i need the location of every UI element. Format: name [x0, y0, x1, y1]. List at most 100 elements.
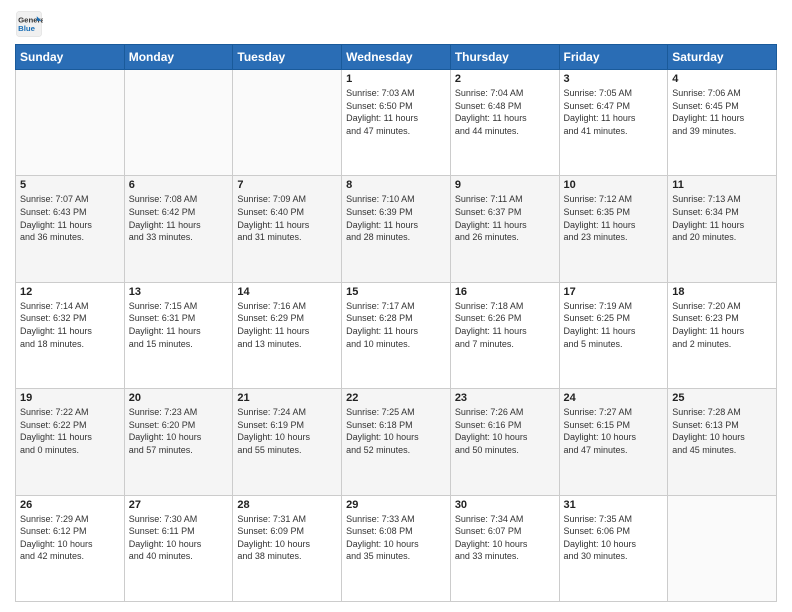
- calendar-cell: 5 Sunrise: 7:07 AM Sunset: 6:43 PM Daylig…: [16, 176, 125, 282]
- day-info: Sunrise: 7:33 AM Sunset: 6:08 PM Dayligh…: [346, 513, 446, 563]
- day-number: 28: [237, 499, 337, 511]
- day-info: Sunrise: 7:30 AM Sunset: 6:11 PM Dayligh…: [129, 513, 229, 563]
- calendar-cell: 26Sunrise: 7:29 AM Sunset: 6:12 PM Dayli…: [16, 495, 125, 601]
- day-info: Sunrise: 7:15 AM Sunset: 6:31 PM Dayligh…: [129, 300, 229, 350]
- day-number: 25: [672, 392, 772, 404]
- day-info: Sunrise: 7:18 AM Sunset: 6:26 PM Dayligh…: [455, 300, 555, 350]
- col-header-friday: Friday: [559, 45, 668, 70]
- calendar-cell: 13 Sunrise: 7:15 AM Sunset: 6:31 PM Dayli…: [124, 282, 233, 388]
- col-header-wednesday: Wednesday: [342, 45, 451, 70]
- calendar-header-row: SundayMondayTuesdayWednesdayThursdayFrid…: [16, 45, 777, 70]
- day-number: 2: [455, 73, 555, 85]
- calendar-cell: 17 Sunrise: 7:19 AM Sunset: 6:25 PM Dayli…: [559, 282, 668, 388]
- day-info: Sunrise: 7:34 AM Sunset: 6:07 PM Dayligh…: [455, 513, 555, 563]
- day-number: 30: [455, 499, 555, 511]
- day-info: Sunrise: 7:16 AM Sunset: 6:29 PM Dayligh…: [237, 300, 337, 350]
- calendar-cell: 3 Sunrise: 7:05 AM Sunset: 6:47 PM Daylig…: [559, 70, 668, 176]
- calendar-cell: 10 Sunrise: 7:12 AM Sunset: 6:35 PM Dayli…: [559, 176, 668, 282]
- calendar-cell: 22 Sunrise: 7:25 AM Sunset: 6:18 PM Dayli…: [342, 389, 451, 495]
- calendar-week-4: 19 Sunrise: 7:22 AM Sunset: 6:22 PM Dayli…: [16, 389, 777, 495]
- day-number: 29: [346, 499, 446, 511]
- calendar-cell: 20 Sunrise: 7:23 AM Sunset: 6:20 PM Dayli…: [124, 389, 233, 495]
- calendar-cell: 30 Sunrise: 7:34 AM Sunset: 6:07 PM Dayli…: [450, 495, 559, 601]
- calendar-cell: 6 Sunrise: 7:08 AM Sunset: 6:42 PM Daylig…: [124, 176, 233, 282]
- day-number: 15: [346, 286, 446, 298]
- calendar-cell: 16Sunrise: 7:18 AM Sunset: 6:26 PM Dayli…: [450, 282, 559, 388]
- day-info: Sunrise: 7:03 AM Sunset: 6:50 PM Dayligh…: [346, 87, 446, 137]
- col-header-saturday: Saturday: [668, 45, 777, 70]
- day-number: 31: [564, 499, 664, 511]
- day-number: 7: [237, 179, 337, 191]
- calendar-cell: 7 Sunrise: 7:09 AM Sunset: 6:40 PM Daylig…: [233, 176, 342, 282]
- day-info: Sunrise: 7:22 AM Sunset: 6:22 PM Dayligh…: [20, 406, 120, 456]
- logo: General Blue: [15, 10, 43, 38]
- day-info: Sunrise: 7:14 AM Sunset: 6:32 PM Dayligh…: [20, 300, 120, 350]
- calendar-cell: [668, 495, 777, 601]
- calendar-cell: 9Sunrise: 7:11 AM Sunset: 6:37 PM Daylig…: [450, 176, 559, 282]
- calendar-week-5: 26Sunrise: 7:29 AM Sunset: 6:12 PM Dayli…: [16, 495, 777, 601]
- calendar-cell: 19 Sunrise: 7:22 AM Sunset: 6:22 PM Dayli…: [16, 389, 125, 495]
- logo-icon: General Blue: [15, 10, 43, 38]
- calendar-cell: 21 Sunrise: 7:24 AM Sunset: 6:19 PM Dayli…: [233, 389, 342, 495]
- calendar-cell: 25Sunrise: 7:28 AM Sunset: 6:13 PM Dayli…: [668, 389, 777, 495]
- day-info: Sunrise: 7:17 AM Sunset: 6:28 PM Dayligh…: [346, 300, 446, 350]
- calendar-cell: 27 Sunrise: 7:30 AM Sunset: 6:11 PM Dayli…: [124, 495, 233, 601]
- day-number: 13: [129, 286, 229, 298]
- day-number: 6: [129, 179, 229, 191]
- day-number: 8: [346, 179, 446, 191]
- col-header-tuesday: Tuesday: [233, 45, 342, 70]
- page: General Blue SundayMondayTuesdayWednesda…: [0, 0, 792, 612]
- day-number: 24: [564, 392, 664, 404]
- day-number: 21: [237, 392, 337, 404]
- day-number: 18: [672, 286, 772, 298]
- day-number: 19: [20, 392, 120, 404]
- calendar-cell: 28Sunrise: 7:31 AM Sunset: 6:09 PM Dayli…: [233, 495, 342, 601]
- calendar-cell: 31 Sunrise: 7:35 AM Sunset: 6:06 PM Dayli…: [559, 495, 668, 601]
- day-info: Sunrise: 7:27 AM Sunset: 6:15 PM Dayligh…: [564, 406, 664, 456]
- day-number: 20: [129, 392, 229, 404]
- day-info: Sunrise: 7:25 AM Sunset: 6:18 PM Dayligh…: [346, 406, 446, 456]
- calendar-cell: 8Sunrise: 7:10 AM Sunset: 6:39 PM Daylig…: [342, 176, 451, 282]
- day-info: Sunrise: 7:04 AM Sunset: 6:48 PM Dayligh…: [455, 87, 555, 137]
- day-info: Sunrise: 7:23 AM Sunset: 6:20 PM Dayligh…: [129, 406, 229, 456]
- calendar-cell: [16, 70, 125, 176]
- calendar-cell: 4 Sunrise: 7:06 AM Sunset: 6:45 PM Daylig…: [668, 70, 777, 176]
- day-info: Sunrise: 7:11 AM Sunset: 6:37 PM Dayligh…: [455, 193, 555, 243]
- day-info: Sunrise: 7:12 AM Sunset: 6:35 PM Dayligh…: [564, 193, 664, 243]
- calendar-cell: 11 Sunrise: 7:13 AM Sunset: 6:34 PM Dayli…: [668, 176, 777, 282]
- calendar-week-3: 12Sunrise: 7:14 AM Sunset: 6:32 PM Dayli…: [16, 282, 777, 388]
- day-number: 26: [20, 499, 120, 511]
- calendar-cell: [233, 70, 342, 176]
- calendar-cell: 29 Sunrise: 7:33 AM Sunset: 6:08 PM Dayli…: [342, 495, 451, 601]
- day-number: 22: [346, 392, 446, 404]
- calendar-cell: 14 Sunrise: 7:16 AM Sunset: 6:29 PM Dayli…: [233, 282, 342, 388]
- day-number: 14: [237, 286, 337, 298]
- day-number: 11: [672, 179, 772, 191]
- col-header-sunday: Sunday: [16, 45, 125, 70]
- day-info: Sunrise: 7:35 AM Sunset: 6:06 PM Dayligh…: [564, 513, 664, 563]
- day-info: Sunrise: 7:13 AM Sunset: 6:34 PM Dayligh…: [672, 193, 772, 243]
- day-number: 17: [564, 286, 664, 298]
- day-number: 3: [564, 73, 664, 85]
- day-number: 4: [672, 73, 772, 85]
- day-info: Sunrise: 7:07 AM Sunset: 6:43 PM Dayligh…: [20, 193, 120, 243]
- day-number: 1: [346, 73, 446, 85]
- day-info: Sunrise: 7:19 AM Sunset: 6:25 PM Dayligh…: [564, 300, 664, 350]
- day-info: Sunrise: 7:09 AM Sunset: 6:40 PM Dayligh…: [237, 193, 337, 243]
- day-number: 23: [455, 392, 555, 404]
- day-info: Sunrise: 7:05 AM Sunset: 6:47 PM Dayligh…: [564, 87, 664, 137]
- day-number: 27: [129, 499, 229, 511]
- day-number: 10: [564, 179, 664, 191]
- col-header-monday: Monday: [124, 45, 233, 70]
- calendar-cell: 1 Sunrise: 7:03 AM Sunset: 6:50 PM Daylig…: [342, 70, 451, 176]
- day-number: 5: [20, 179, 120, 191]
- calendar-cell: 23 Sunrise: 7:26 AM Sunset: 6:16 PM Dayli…: [450, 389, 559, 495]
- svg-text:Blue: Blue: [18, 24, 36, 33]
- day-info: Sunrise: 7:24 AM Sunset: 6:19 PM Dayligh…: [237, 406, 337, 456]
- calendar-cell: 15 Sunrise: 7:17 AM Sunset: 6:28 PM Dayli…: [342, 282, 451, 388]
- calendar-week-1: 1 Sunrise: 7:03 AM Sunset: 6:50 PM Daylig…: [16, 70, 777, 176]
- day-info: Sunrise: 7:26 AM Sunset: 6:16 PM Dayligh…: [455, 406, 555, 456]
- header: General Blue: [15, 10, 777, 38]
- day-info: Sunrise: 7:08 AM Sunset: 6:42 PM Dayligh…: [129, 193, 229, 243]
- day-info: Sunrise: 7:06 AM Sunset: 6:45 PM Dayligh…: [672, 87, 772, 137]
